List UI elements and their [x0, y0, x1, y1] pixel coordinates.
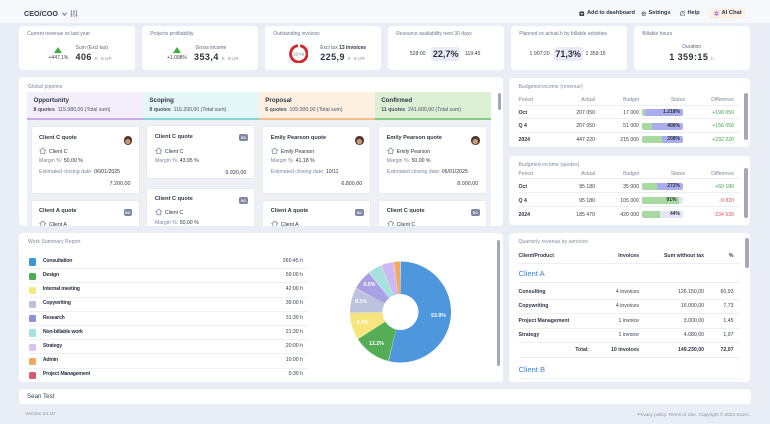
- svg-text:23 Ks: 23 Ks: [293, 51, 304, 56]
- svg-text:?: ?: [681, 12, 683, 16]
